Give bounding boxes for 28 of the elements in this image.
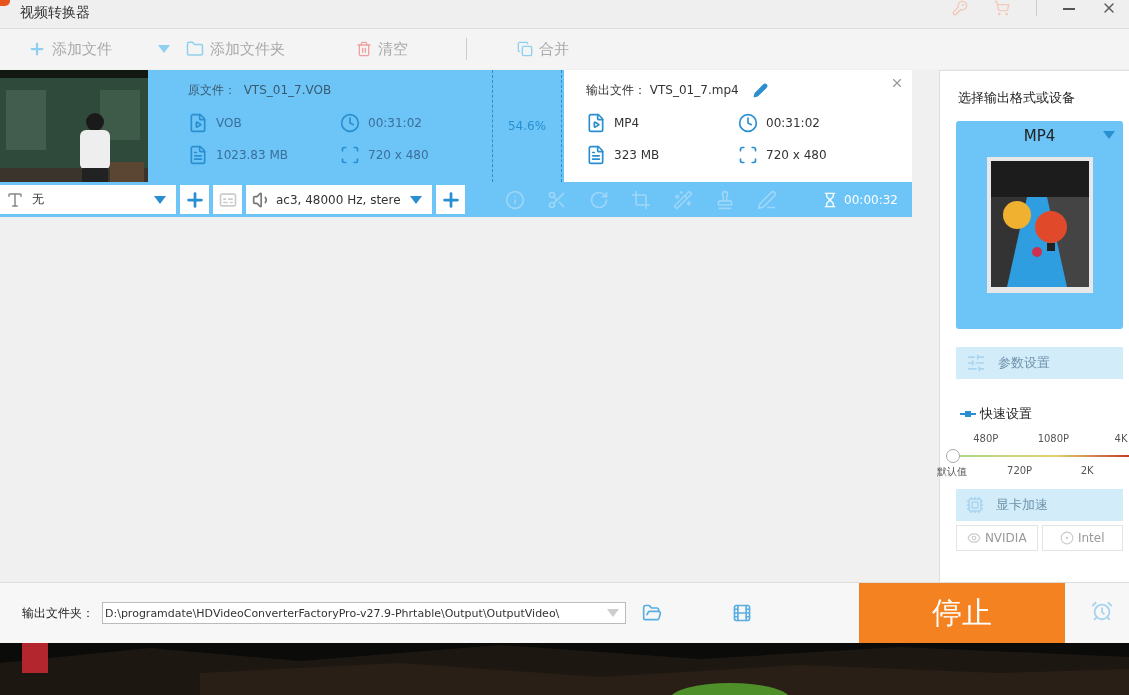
panel-title: 选择输出格式或设备 bbox=[958, 89, 1076, 107]
output-folder-label: 输出文件夹： bbox=[22, 604, 94, 622]
size-text: 1023.83 MB bbox=[188, 145, 340, 165]
output-file-name: 输出文件： VTS_01_7.mp4 bbox=[586, 82, 739, 99]
progress-text: 54.6% bbox=[507, 119, 547, 133]
subtitle-dropdown[interactable]: 无 bbox=[0, 185, 176, 214]
slider-tick-label: 1080P bbox=[1037, 433, 1070, 444]
slider-tick-label: 480P bbox=[973, 433, 999, 444]
resolution-text: 720 x 480 bbox=[738, 145, 888, 165]
slider-tick-label: 2K bbox=[1080, 465, 1094, 476]
format-text: VOB bbox=[188, 113, 340, 133]
audio-track-dropdown[interactable]: ac3, 48000 Hz, stere bbox=[246, 185, 432, 214]
output-folder-field[interactable]: D:\programdate\HDVideoConverterFactoryPro-v27.9-Phrtable\Output\OutputVideo\ bbox=[102, 602, 626, 624]
size-text: 323 MB bbox=[586, 145, 738, 165]
quick-settings-title: 快速设置 bbox=[980, 405, 1032, 423]
resolution-text: 720 x 480 bbox=[340, 145, 490, 165]
duration-text: 00:31:02 bbox=[340, 113, 490, 133]
duration-text: 00:31:02 bbox=[738, 113, 888, 133]
slider-tick-label: 默认值 bbox=[937, 465, 967, 479]
format-text: MP4 bbox=[586, 113, 738, 133]
elapsed-time: 00:00:32 bbox=[844, 192, 898, 207]
format-name: MP4 bbox=[1023, 127, 1056, 145]
stop-button[interactable]: 停止 bbox=[859, 583, 1065, 643]
slider-tick-label: 4K bbox=[1114, 433, 1128, 444]
window-title: 视频转换器 bbox=[20, 4, 90, 22]
slider-tick-label: 720P bbox=[1007, 465, 1033, 476]
source-file-name: 原文件： VTS_01_7.VOB bbox=[188, 82, 333, 99]
format-selector[interactable]: MP4 bbox=[956, 121, 1123, 329]
